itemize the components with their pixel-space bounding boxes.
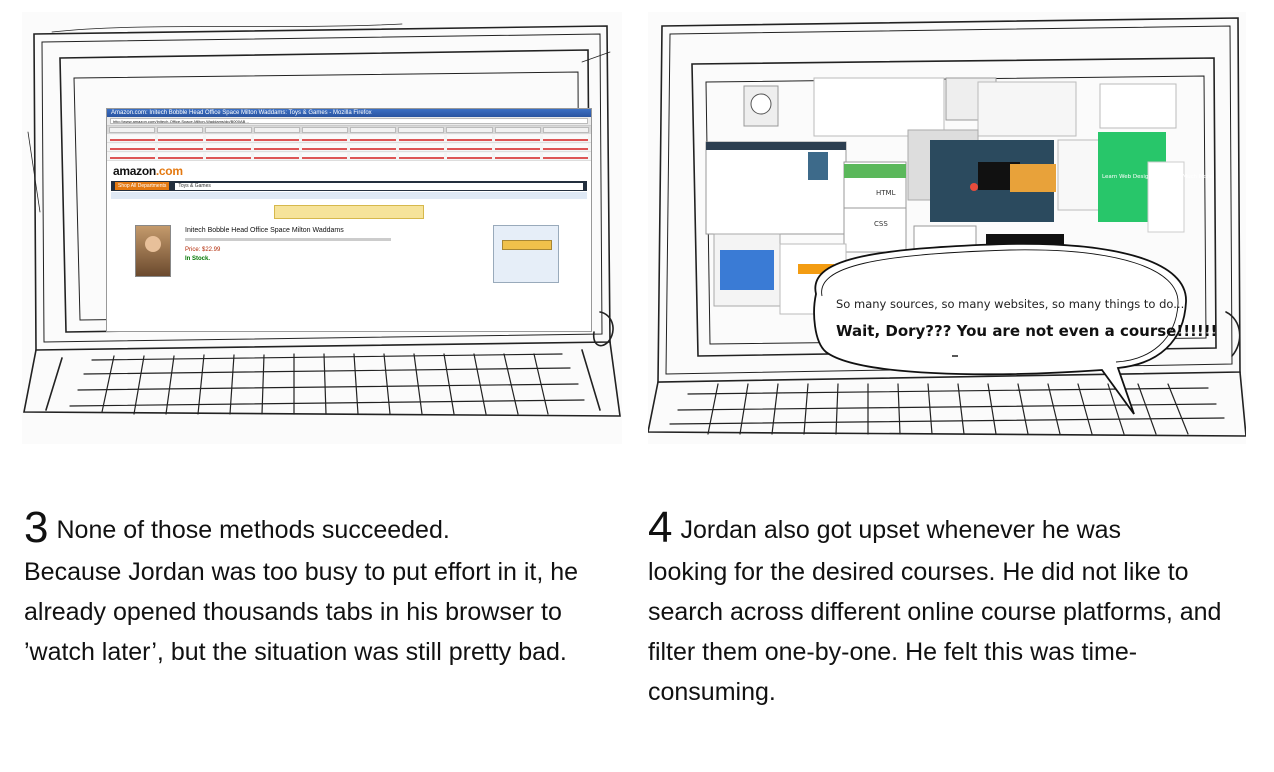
- caption-panel-3: 3 None of those methods succeeded. Becaus…: [24, 506, 624, 672]
- product-image: [135, 225, 171, 277]
- bookmark-row-1: [107, 134, 591, 143]
- caption-lead: Jordan also got upset whenever he was: [680, 516, 1122, 544]
- browser-title-bar: Amazon.com: Initech Bobble Head Office S…: [107, 109, 591, 117]
- product-info: Initech Bobble Head Office Space Milton …: [185, 225, 479, 283]
- product-price: Price: $22.99: [185, 247, 221, 253]
- product-stock: In Stock.: [185, 256, 211, 262]
- amazon-search: Toys & Games: [175, 182, 583, 190]
- laptop-sketch-4: HTML CSS Learn Web Design, Coding & Much…: [648, 17, 1246, 437]
- amazon-header: amazon.com: [107, 161, 591, 181]
- url-field: http://www.amazon.com/Initech-Office-Spa…: [110, 118, 588, 124]
- product-section: Initech Bobble Head Office Space Milton …: [107, 223, 591, 285]
- browser-url-bar: http://www.amazon.com/Initech-Office-Spa…: [107, 117, 591, 126]
- bookmark-row-3: [107, 152, 591, 161]
- department-menu: Shop All Departments: [115, 182, 170, 190]
- step-number: 3: [24, 503, 49, 552]
- css-card-label: CSS: [874, 220, 888, 228]
- caption-panel-4: 4 Jordan also got upset whenever he was l…: [648, 506, 1248, 712]
- prime-banner: [274, 205, 424, 219]
- html-card-label: HTML: [876, 189, 896, 197]
- browser-window-screenshot: Amazon.com: Initech Bobble Head Office S…: [106, 108, 592, 332]
- sketch-panel-4: HTML CSS Learn Web Design, Coding & Much…: [648, 12, 1246, 444]
- caption-lead: None of those methods succeeded.: [56, 516, 450, 544]
- amazon-subnav: [111, 192, 587, 199]
- caption-body: Because Jordan was too busy to put effor…: [24, 558, 579, 666]
- product-title: Initech Bobble Head Office Space Milton …: [185, 227, 344, 234]
- sketch-panel-3: Amazon.com: Initech Bobble Head Office S…: [22, 12, 622, 444]
- bubble-text-line-1: So many sources, so many websites, so ma…: [836, 297, 1185, 311]
- bubble-text-line-2: Wait, Dory??? You are not even a course!…: [836, 322, 1218, 340]
- browser-tab-row: [107, 126, 591, 134]
- learn-card-label: Learn Web Design, Coding & Much More: [1102, 174, 1213, 180]
- step-number: 4: [648, 503, 673, 552]
- amazon-nav: Shop All Departments Toys & Games: [111, 181, 587, 191]
- amazon-logo: amazon.com: [113, 164, 183, 178]
- bookmark-row-2: [107, 143, 591, 152]
- buy-box: [493, 225, 559, 283]
- caption-body: looking for the desired courses. He did …: [648, 558, 1222, 706]
